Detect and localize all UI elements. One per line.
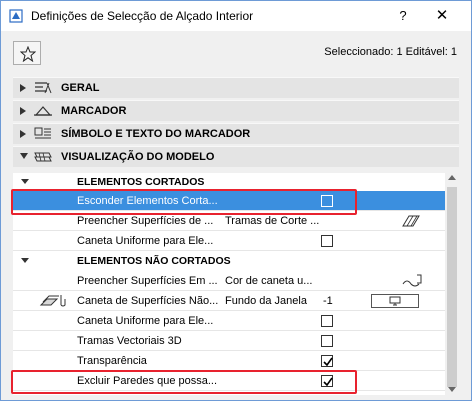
hide-cut-elements-checkbox[interactable]: [321, 195, 333, 207]
checkmark-icon: [323, 357, 333, 367]
archicad-app-icon: [9, 9, 23, 23]
section-header-cut-elements[interactable]: ELEMENTOS CORTADOS: [13, 173, 445, 191]
scroll-down-arrow-icon[interactable]: [448, 387, 456, 393]
collapse-arrow-icon: [20, 153, 28, 159]
expand-arrow-icon: [20, 107, 26, 115]
uniform-pen-uncut-checkbox[interactable]: [321, 315, 333, 327]
settings-dialog: Definições de Selecção de Alçado Interio…: [0, 0, 472, 401]
row-name: Caneta Uniforme para Ele...: [77, 235, 214, 247]
table-row[interactable]: Preencher Superfícies de ... Tramas de C…: [13, 211, 445, 231]
window-background-swatch[interactable]: [371, 294, 419, 308]
scroll-thumb[interactable]: [447, 187, 457, 387]
panel-label: GERAL: [61, 82, 100, 94]
collapse-arrow-icon: [21, 258, 29, 263]
table-row[interactable]: Caneta de Superfícies Não... Fundo da Ja…: [13, 291, 445, 311]
window-background-icon: [389, 296, 401, 306]
pen-number[interactable]: -1: [323, 295, 333, 307]
vertical-scrollbar[interactable]: [445, 173, 459, 395]
table-row[interactable]: Tramas Vectoriais 3D: [13, 331, 445, 351]
marker-icon: [34, 106, 52, 116]
expand-arrow-icon: [20, 130, 26, 138]
scroll-up-arrow-icon[interactable]: [448, 175, 456, 181]
row-name: Caneta de Superfícies Não...: [77, 295, 219, 307]
checkmark-icon: [323, 377, 333, 387]
settings-table: ELEMENTOS CORTADOS Esconder Elementos Co…: [13, 173, 445, 395]
table-row[interactable]: Esconder Elementos Corta...: [13, 191, 445, 211]
collapse-arrow-icon: [21, 179, 29, 184]
table-row[interactable]: Caneta Uniforme para Ele...: [13, 231, 445, 251]
expand-arrow-icon: [20, 84, 26, 92]
row-name: Tramas Vectoriais 3D: [77, 335, 182, 347]
window-title: Definições de Selecção de Alçado Interio…: [31, 9, 254, 23]
selection-info: Seleccionado: 1 Editável: 1: [324, 46, 457, 58]
row-name: Esconder Elementos Corta...: [77, 195, 218, 207]
vectorial-3d-hatching-checkbox[interactable]: [321, 335, 333, 347]
uniform-pen-checkbox[interactable]: [321, 235, 333, 247]
marker-symbol-icon: [34, 127, 51, 139]
favorites-button[interactable]: [13, 41, 41, 65]
panel-general[interactable]: GERAL: [13, 77, 459, 98]
row-name: Caneta Uniforme para Ele...: [77, 315, 214, 327]
star-icon: [20, 46, 36, 62]
row-name: Preencher Superfícies de ...: [77, 215, 214, 227]
close-button[interactable]: ✕: [427, 4, 457, 28]
panel-label: MARCADOR: [61, 105, 127, 117]
table-row[interactable]: Excluir Paredes que possa...: [13, 371, 445, 391]
panel-marker[interactable]: MARCADOR: [13, 100, 459, 121]
table-row[interactable]: Caneta Uniforme para Ele...: [13, 311, 445, 331]
section-header-uncut-elements[interactable]: ELEMENTOS NÃO CORTADOS: [13, 252, 445, 270]
row-value[interactable]: Tramas de Corte ...: [225, 215, 319, 227]
row-value[interactable]: Fundo da Janela: [225, 295, 307, 307]
transparency-checkbox[interactable]: [321, 355, 333, 367]
panel-label: SÍMBOLO E TEXTO DO MARCADOR: [61, 128, 251, 140]
help-button[interactable]: ?: [391, 6, 415, 26]
table-row[interactable]: Preencher Superfícies Em ... Cor de cane…: [13, 271, 445, 291]
pen-color-icon: [402, 274, 422, 287]
section-title: ELEMENTOS NÃO CORTADOS: [77, 255, 231, 267]
model-display-icon: [34, 152, 52, 162]
row-name: Excluir Paredes que possa...: [77, 375, 218, 387]
section-title: ELEMENTOS CORTADOS: [77, 176, 205, 188]
row-name: Preencher Superfícies Em ...: [77, 275, 218, 287]
general-settings-icon: [35, 82, 52, 94]
row-name: Transparência: [77, 355, 147, 367]
title-bar: Definições de Selecção de Alçado Interio…: [1, 1, 471, 31]
exclude-walls-checkbox[interactable]: [321, 375, 333, 387]
surface-pen-icon: [39, 295, 66, 307]
panel-label: VISUALIZAÇÃO DO MODELO: [61, 151, 215, 163]
panel-marker-symbol[interactable]: SÍMBOLO E TEXTO DO MARCADOR: [13, 123, 459, 144]
cut-fill-pattern-icon: [402, 215, 420, 227]
panel-model-display[interactable]: VISUALIZAÇÃO DO MODELO: [13, 146, 459, 167]
table-row[interactable]: Transparência: [13, 351, 445, 371]
row-value[interactable]: Cor de caneta u...: [225, 275, 312, 287]
